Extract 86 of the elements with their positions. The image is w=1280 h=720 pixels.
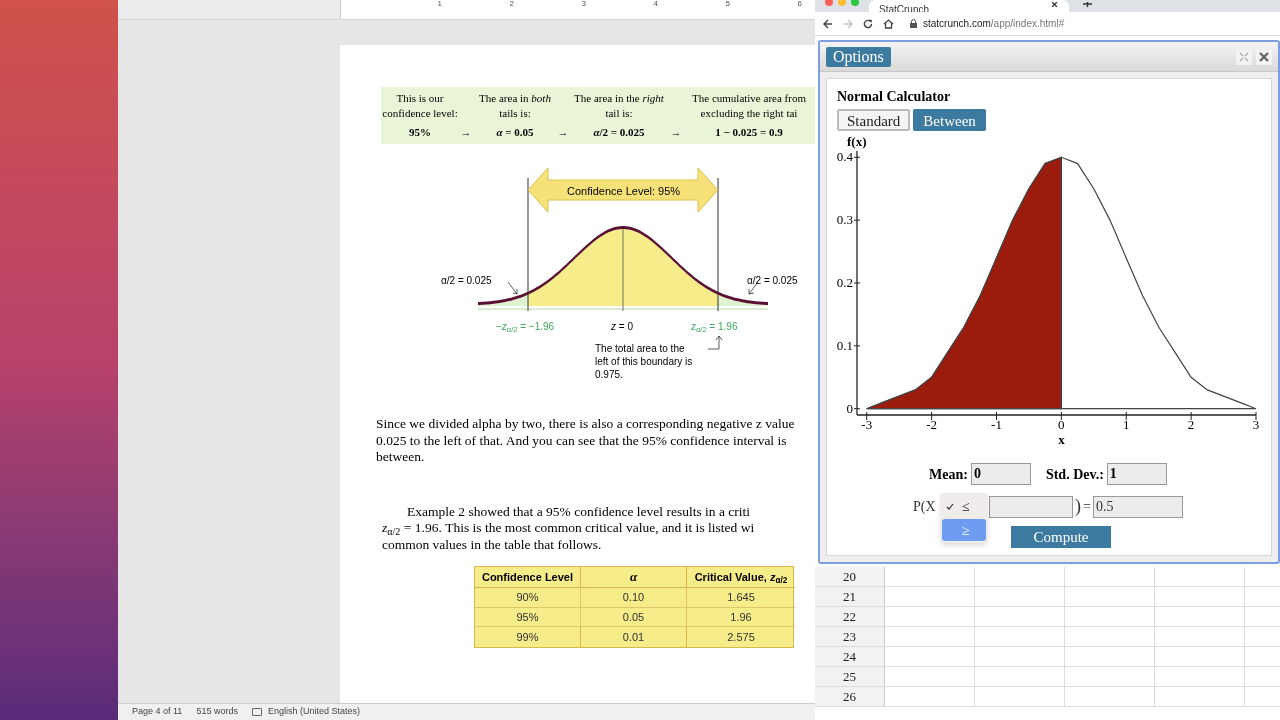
boundary-label: z$_{α/2}$ = 1.96 [691, 320, 738, 334]
row-number: 24 [815, 647, 885, 666]
menu-item[interactable]: ≤ [942, 495, 986, 517]
caption-text: The total area to the left of this boundary is 0.975. [595, 342, 694, 381]
table-cell: 1.96 [687, 607, 795, 627]
table-cell: 95% [475, 607, 581, 627]
column-header: Critical Value, z$_{α/2}$ [687, 567, 795, 588]
row-number: 25 [815, 667, 885, 686]
table-cell: 0.10 [581, 588, 687, 608]
table-cell: 0.05 [581, 607, 687, 627]
column-heading: This is our confidence level: [382, 91, 458, 121]
x-tick-label: 1 [1122, 418, 1131, 432]
new-tab-icon[interactable] [1083, 2, 1092, 7]
table-cell: 0.01 [581, 627, 687, 647]
options-button[interactable]: Options [826, 46, 891, 67]
row-number: 20 [815, 567, 885, 586]
ruler-number: 1 [437, 0, 442, 10]
summary-value: 95% [409, 125, 431, 140]
y-tick-label: 0.3 [835, 213, 854, 228]
x-tick-label: -1 [990, 418, 1003, 432]
column-header: α [581, 567, 687, 588]
url-text: statcrunch.com/app/index.html# [923, 17, 1065, 31]
tail-area-label: α/2 = 0.025 [441, 274, 492, 288]
axis-label: x [1058, 433, 1065, 447]
column-heading: The cumulative area from excluding the right tai [692, 91, 806, 121]
status-text: 515 words [196, 705, 238, 719]
y-tick-label: 0.4 [835, 150, 854, 165]
x-tick-label: 0 [1057, 418, 1066, 432]
center-label: z = 0 [611, 320, 633, 334]
ruler-number: 3 [581, 0, 586, 10]
row-number: 26 [815, 687, 885, 706]
mean-field[interactable]: 0 [970, 463, 1031, 485]
x-tick-label: -2 [925, 418, 939, 432]
check-icon [946, 502, 954, 510]
summary-value: α/2 = 0.025 [593, 125, 645, 140]
x-tick-label: 2 [1186, 418, 1196, 432]
field-label: Std. Dev.: [1045, 465, 1104, 484]
probability-label: P(X [913, 498, 937, 516]
axis-label: f(x) [847, 135, 867, 149]
x-tick-label: 3 [1251, 418, 1261, 432]
compute-button[interactable]: Compute [1011, 526, 1111, 548]
banner-label: Confidence Level: 95% [567, 184, 681, 199]
table-cell: 99% [475, 627, 581, 647]
row-number: 22 [815, 607, 885, 626]
y-tick-label: 0 [845, 401, 854, 416]
boundary-label: −z$_{α/2}$ = −1.96 [496, 320, 555, 334]
arrow-text: → [460, 125, 472, 140]
row-number: 21 [815, 587, 885, 606]
arrow-text: → [670, 125, 682, 140]
equals-text: = [1083, 498, 1091, 516]
probability-field[interactable]: 0.5 [1092, 495, 1183, 518]
x-tick-label: -3 [860, 418, 874, 432]
column-heading: The area in the right tail is: [574, 91, 664, 121]
ruler-number: 4 [653, 0, 658, 10]
body-paragraph: Example 2 showed that a 95% confidence level results in a criti z$_{α/2}$ = 1.96. This is the most common critical value, and it is listed wi common values in the table that follows. [382, 503, 756, 553]
ruler-number: 2 [509, 0, 514, 10]
tail-area-label: α/2 = 0.025 [747, 274, 798, 288]
column-header: Confidence Level [475, 567, 581, 588]
calculator-title: Normal Calculator [837, 89, 952, 105]
paren-text: ) [1075, 495, 1081, 518]
table-cell-text: 2.575 [726, 629, 756, 645]
row-number: 23 [815, 627, 885, 646]
column-heading: The area in both tails is: [479, 91, 551, 121]
mode-tab[interactable]: Standard [837, 109, 911, 131]
y-tick-label: 0.1 [835, 338, 854, 353]
field-label: Mean: [929, 465, 968, 484]
address-bar[interactable]: statcrunch.com/app/index.html# [904, 13, 1272, 34]
home-icon[interactable] [883, 18, 894, 29]
summary-value: 1 − 0.025 = 0.9 [715, 125, 783, 140]
back-icon[interactable] [823, 18, 833, 29]
ruler-number: 6 [797, 0, 802, 10]
y-tick-label: 0.2 [835, 276, 854, 290]
body-paragraph: Since we divided alpha by two, there is also a corresponding negative z value 0.025 to the left of that. And you can see that the 95% confidence interval is between. [376, 416, 796, 466]
status-text[interactable]: English (United States) [267, 705, 360, 719]
ruler-number: 5 [725, 0, 730, 10]
status-text[interactable]: Page 4 of 11 [132, 705, 183, 719]
mode-tab[interactable]: Between [913, 109, 986, 131]
x-value-field[interactable] [989, 495, 1073, 518]
reload-icon[interactable] [863, 18, 873, 29]
close-icon[interactable] [1052, 2, 1059, 7]
lock-icon [910, 19, 917, 28]
std-dev-field[interactable]: 1 [1106, 463, 1167, 485]
table-cell: 1.645 [687, 588, 795, 608]
summary-value: α = 0.05 [496, 125, 534, 140]
arrow-text: → [557, 125, 569, 140]
table-cell: 90% [475, 588, 581, 608]
